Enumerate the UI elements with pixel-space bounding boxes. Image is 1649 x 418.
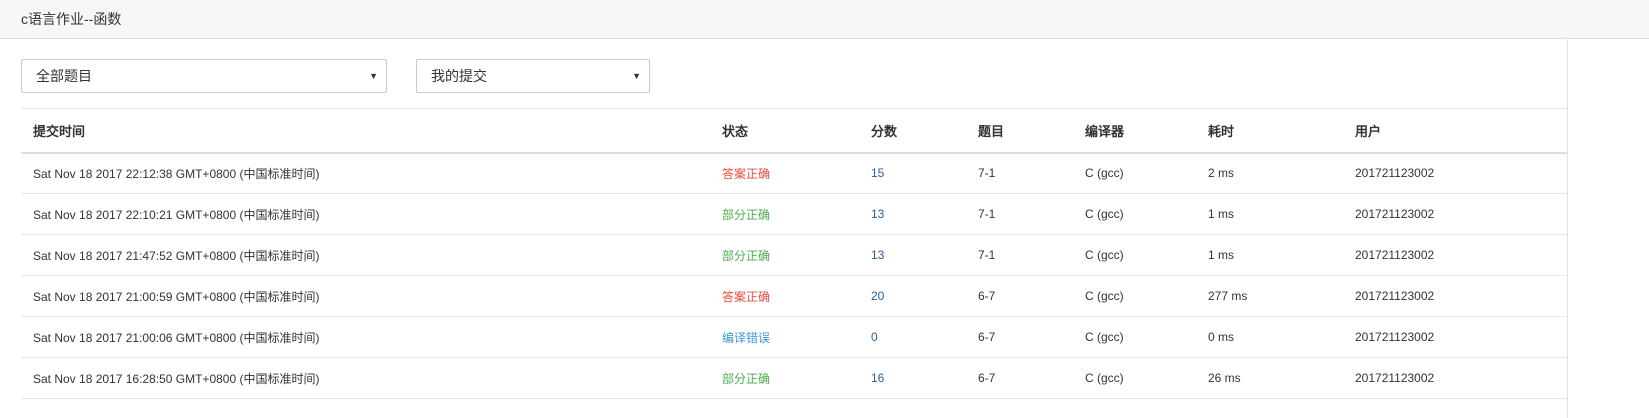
- score-link[interactable]: 15: [871, 166, 884, 180]
- table-row: Sat Nov 18 2017 21:00:59 GMT+0800 (中国标准时…: [21, 275, 1567, 317]
- compiler: C (gcc): [1073, 193, 1196, 235]
- submission-filter-select[interactable]: 我的提交 ▼: [416, 59, 650, 93]
- right-panel-edge: [1567, 39, 1649, 418]
- header-score: 分数: [859, 108, 966, 154]
- table-row: Sat Nov 18 2017 16:28:50 GMT+0800 (中国标准时…: [21, 357, 1567, 399]
- score-link[interactable]: 0: [871, 330, 878, 344]
- top-bar: c语言作业--函数: [0, 0, 1649, 39]
- score-link[interactable]: 20: [871, 289, 884, 303]
- status-link[interactable]: 编译错误: [722, 331, 770, 345]
- chevron-down-icon: ▼: [632, 71, 641, 81]
- submissions-table: 提交时间 状态 分数 题目 编译器 耗时 用户 Sat Nov 18 2017 …: [21, 108, 1567, 399]
- status-link[interactable]: 部分正确: [722, 249, 770, 263]
- submit-time: Sat Nov 18 2017 21:47:52 GMT+0800 (中国标准时…: [21, 234, 710, 276]
- status-link[interactable]: 部分正确: [722, 208, 770, 222]
- compiler: C (gcc): [1073, 275, 1196, 317]
- compiler: C (gcc): [1073, 357, 1196, 399]
- header-submit-time: 提交时间: [21, 108, 710, 154]
- submissions-page: c语言作业--函数 全部题目 ▼ 我的提交 ▼ 提交时间 状态 分数 题目 编译…: [0, 0, 1649, 418]
- score-link[interactable]: 13: [871, 207, 884, 221]
- user-id: 201721123002: [1343, 316, 1567, 358]
- table-header-row: 提交时间 状态 分数 题目 编译器 耗时 用户: [21, 108, 1567, 154]
- chevron-down-icon: ▼: [369, 71, 378, 81]
- user-id: 201721123002: [1343, 275, 1567, 317]
- problem-id: 7-1: [966, 234, 1073, 276]
- problem-id: 6-7: [966, 357, 1073, 399]
- table-row: Sat Nov 18 2017 22:12:38 GMT+0800 (中国标准时…: [21, 152, 1567, 194]
- submission-filter-value: 我的提交: [431, 68, 487, 84]
- user-id: 201721123002: [1343, 152, 1567, 194]
- status-link[interactable]: 部分正确: [722, 372, 770, 386]
- elapsed-time: 26 ms: [1196, 357, 1343, 399]
- problem-id: 6-7: [966, 275, 1073, 317]
- header-problem: 题目: [966, 108, 1073, 154]
- page-title: c语言作业--函数: [21, 11, 122, 27]
- submit-time: Sat Nov 18 2017 21:00:06 GMT+0800 (中国标准时…: [21, 316, 710, 358]
- submit-time: Sat Nov 18 2017 16:28:50 GMT+0800 (中国标准时…: [21, 357, 710, 399]
- problem-id: 6-7: [966, 316, 1073, 358]
- score-link[interactable]: 13: [871, 248, 884, 262]
- elapsed-time: 0 ms: [1196, 316, 1343, 358]
- elapsed-time: 1 ms: [1196, 193, 1343, 235]
- user-id: 201721123002: [1343, 234, 1567, 276]
- submissions-table-container: 提交时间 状态 分数 题目 编译器 耗时 用户 Sat Nov 18 2017 …: [21, 108, 1567, 399]
- user-id: 201721123002: [1343, 357, 1567, 399]
- submit-time: Sat Nov 18 2017 21:00:59 GMT+0800 (中国标准时…: [21, 275, 710, 317]
- user-id: 201721123002: [1343, 193, 1567, 235]
- header-elapsed: 耗时: [1196, 108, 1343, 154]
- compiler: C (gcc): [1073, 234, 1196, 276]
- compiler: C (gcc): [1073, 316, 1196, 358]
- status-link[interactable]: 答案正确: [722, 290, 770, 304]
- filter-bar: 全部题目 ▼ 我的提交 ▼: [21, 59, 650, 93]
- header-compiler: 编译器: [1073, 108, 1196, 154]
- submit-time: Sat Nov 18 2017 22:12:38 GMT+0800 (中国标准时…: [21, 152, 710, 194]
- compiler: C (gcc): [1073, 152, 1196, 194]
- score-link[interactable]: 16: [871, 371, 884, 385]
- status-link[interactable]: 答案正确: [722, 167, 770, 181]
- problem-filter-value: 全部题目: [36, 68, 92, 84]
- elapsed-time: 1 ms: [1196, 234, 1343, 276]
- elapsed-time: 277 ms: [1196, 275, 1343, 317]
- submit-time: Sat Nov 18 2017 22:10:21 GMT+0800 (中国标准时…: [21, 193, 710, 235]
- table-row: Sat Nov 18 2017 21:00:06 GMT+0800 (中国标准时…: [21, 316, 1567, 358]
- table-row: Sat Nov 18 2017 21:47:52 GMT+0800 (中国标准时…: [21, 234, 1567, 276]
- header-user: 用户: [1343, 108, 1567, 154]
- problem-id: 7-1: [966, 193, 1073, 235]
- problem-filter-select[interactable]: 全部题目 ▼: [21, 59, 387, 93]
- header-status: 状态: [710, 108, 859, 154]
- elapsed-time: 2 ms: [1196, 152, 1343, 194]
- problem-id: 7-1: [966, 152, 1073, 194]
- table-row: Sat Nov 18 2017 22:10:21 GMT+0800 (中国标准时…: [21, 193, 1567, 235]
